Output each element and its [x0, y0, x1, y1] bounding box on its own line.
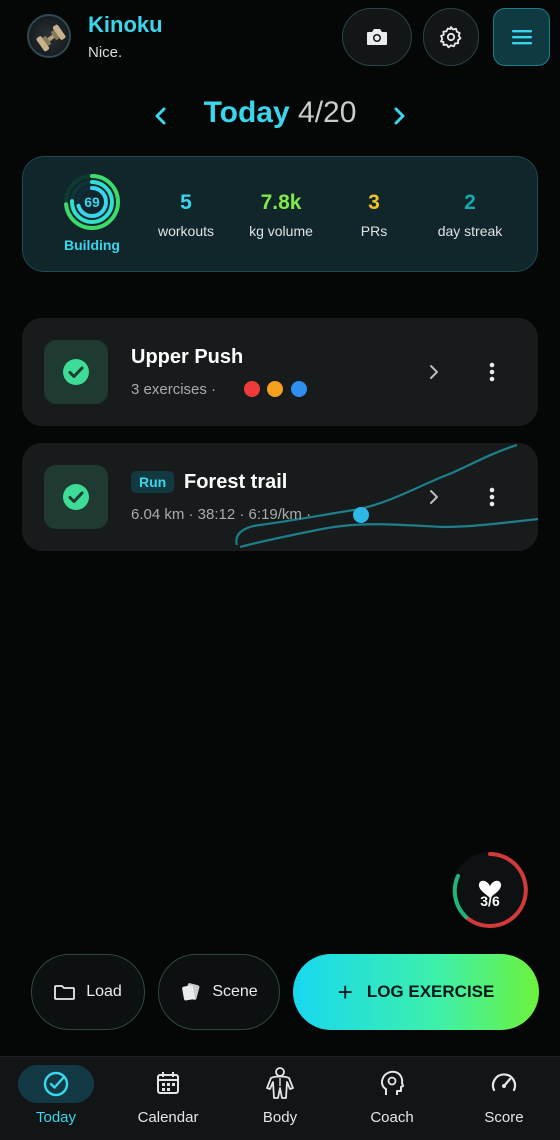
stat-value: 5: [180, 191, 192, 214]
activity-ring-icon: 69: [64, 174, 120, 230]
date-title: Today 4/20: [0, 96, 560, 130]
health-count: 3/6: [480, 893, 500, 909]
stat-volume: 7.8k kg volume: [233, 191, 329, 239]
date-value: 4/20: [298, 96, 357, 129]
tab-score[interactable]: Score: [448, 1057, 560, 1140]
muscle-dot: [267, 381, 284, 397]
stat-prs: 3 PRs: [341, 191, 407, 239]
avatar[interactable]: [27, 14, 71, 58]
daily-summary-card[interactable]: 69 Building 5 workouts 7.8k kg volume 3 …: [22, 156, 538, 272]
stat-label: workouts: [157, 223, 215, 239]
date-navigator: Today 4/20: [0, 92, 560, 140]
tab-today[interactable]: Today: [0, 1057, 112, 1140]
stat-label: kg volume: [249, 223, 313, 239]
log-exercise-button[interactable]: + LOG EXERCISE: [293, 954, 539, 1030]
stat-streak: 2 day streak: [421, 191, 519, 239]
completed-check[interactable]: [44, 465, 108, 529]
workout-subtitle: 3 exercises ·: [131, 381, 217, 398]
tab-label: Today: [35, 1109, 77, 1126]
check-circle-icon: [43, 1071, 69, 1097]
bottom-tab-bar: Today Calendar Body Coach Score: [0, 1056, 560, 1140]
workout-card-upper-push[interactable]: Upper Push 3 exercises ·: [22, 318, 538, 426]
workout-subtitle: 6.04 km · 38:12 · 6:19/km ·: [131, 506, 312, 523]
tab-label: Calendar: [137, 1109, 199, 1126]
route-dot: [353, 507, 369, 523]
gear-icon: [440, 26, 462, 49]
ring-value: 69: [84, 194, 100, 210]
workout-card-forest-trail[interactable]: Run Forest trail 6.04 km · 38:12 · 6:19/…: [22, 443, 538, 551]
muscle-dot: [290, 381, 307, 397]
camera-icon: [367, 29, 387, 45]
cards-icon: [182, 983, 200, 1001]
plus-icon: +: [337, 976, 353, 1007]
chevron-right-icon[interactable]: [426, 487, 442, 507]
body-icon: [266, 1067, 294, 1099]
activity-type-badge: Run: [131, 471, 175, 493]
tab-coach[interactable]: Coach: [336, 1057, 448, 1140]
app-name: Kinoku: [88, 12, 163, 37]
tab-label: Coach: [370, 1109, 414, 1126]
ring-status-label: Building: [64, 237, 120, 253]
muscle-dot: [244, 381, 260, 397]
tab-calendar[interactable]: Calendar: [112, 1057, 224, 1140]
check-circle-icon: [63, 484, 89, 510]
chevron-right-icon[interactable]: [388, 104, 410, 128]
muscle-group-dots: [244, 381, 310, 402]
workout-title: Forest trail: [184, 471, 288, 493]
stat-workouts: 5 workouts: [139, 191, 233, 239]
more-vert-icon[interactable]: [484, 485, 500, 509]
scene-label: Scene: [212, 983, 258, 1000]
settings-button[interactable]: [423, 8, 479, 66]
calendar-icon: [157, 1072, 179, 1094]
tab-body[interactable]: Body: [224, 1057, 336, 1140]
more-vert-icon[interactable]: [484, 360, 500, 384]
completed-check[interactable]: [44, 340, 108, 404]
camera-button[interactable]: [342, 8, 412, 66]
workout-title: Upper Push: [131, 346, 244, 368]
stat-label: PRs: [360, 223, 388, 239]
health-ring-button[interactable]: [450, 850, 530, 930]
load-button[interactable]: Load: [31, 954, 145, 1030]
scene-button[interactable]: Scene: [158, 954, 280, 1030]
stat-label: day streak: [437, 223, 503, 239]
tagline: Nice.: [88, 44, 123, 61]
menu-icon: [511, 30, 532, 45]
log-exercise-label: LOG EXERCISE: [366, 982, 495, 1001]
stat-value: 3: [368, 191, 380, 214]
chevron-right-icon[interactable]: [426, 362, 442, 382]
stat-value: 2: [464, 191, 476, 214]
folder-icon: [54, 985, 76, 1000]
check-circle-icon: [63, 359, 89, 385]
menu-button[interactable]: [493, 8, 550, 66]
tab-label: Body: [262, 1109, 298, 1126]
load-label: Load: [86, 983, 122, 1000]
coach-head-icon: [381, 1070, 404, 1095]
gauge-icon: [491, 1073, 517, 1092]
today-label: Today: [203, 96, 290, 129]
header: Kinoku Nice.: [0, 0, 560, 80]
tab-label: Score: [484, 1109, 524, 1126]
stat-value: 7.8k: [260, 191, 302, 214]
